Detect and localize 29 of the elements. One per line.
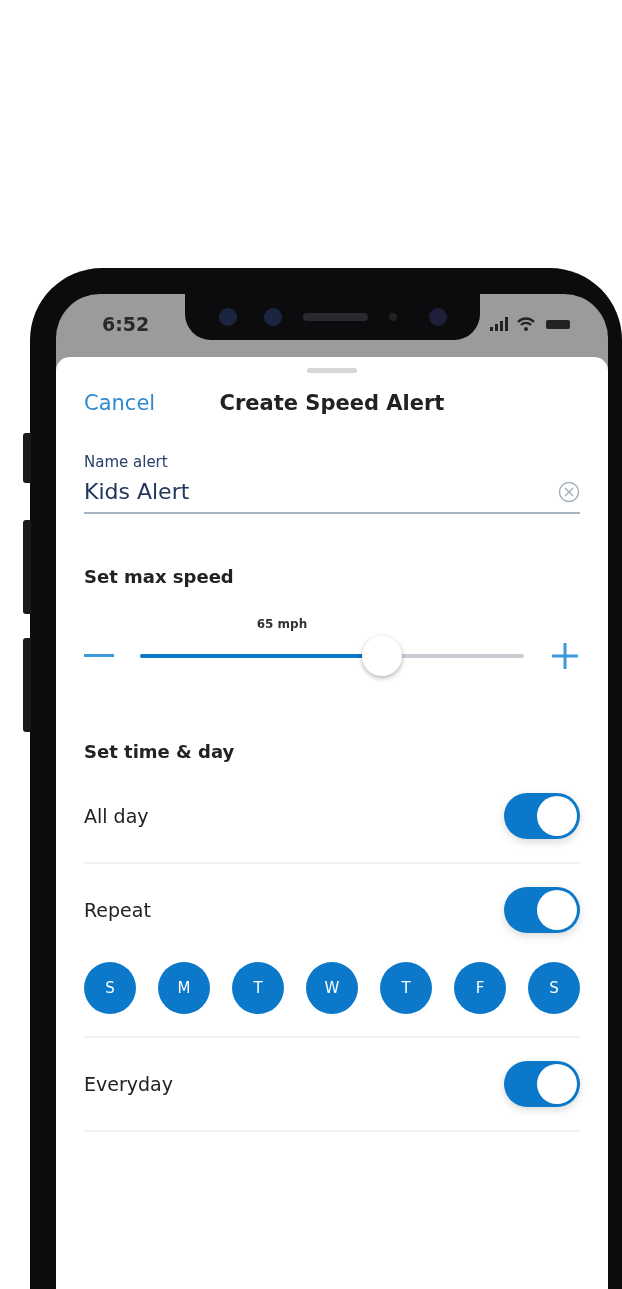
drag-handle[interactable] [307, 368, 357, 373]
name-input-field[interactable]: Kids Alert [84, 479, 558, 504]
signal-icon [490, 317, 508, 331]
wifi-icon [516, 317, 536, 331]
day-button[interactable]: T [232, 962, 284, 1014]
toggle-switch[interactable] [504, 887, 580, 933]
toggle-switch[interactable] [504, 793, 580, 839]
toggle-switch[interactable] [504, 1061, 580, 1107]
row-label: Everyday [84, 1073, 173, 1095]
field-label: Name alert [84, 453, 168, 471]
status-time: 6:52 [101, 312, 151, 335]
day-button[interactable]: S [528, 962, 580, 1014]
day-button[interactable]: W [306, 962, 358, 1014]
plus-icon[interactable] [550, 641, 580, 671]
battery-icon [546, 320, 570, 329]
clear-icon[interactable] [558, 480, 580, 503]
row-label: Repeat [84, 899, 151, 921]
minus-icon[interactable] [84, 654, 114, 658]
sheet-title: Create Speed Alert [219, 391, 445, 415]
speed-reading: 65 mph [256, 617, 308, 631]
section-heading: Set time & day [84, 741, 235, 762]
day-button[interactable]: F [454, 962, 506, 1014]
row-label: All day [84, 805, 149, 827]
section-heading: Set max speed [84, 566, 234, 587]
day-button[interactable]: M [158, 962, 210, 1014]
slider-thumb[interactable] [361, 636, 402, 676]
day-button[interactable]: S [84, 962, 136, 1014]
cancel-link[interactable]: Cancel [84, 391, 156, 415]
day-button[interactable]: T [380, 962, 432, 1014]
